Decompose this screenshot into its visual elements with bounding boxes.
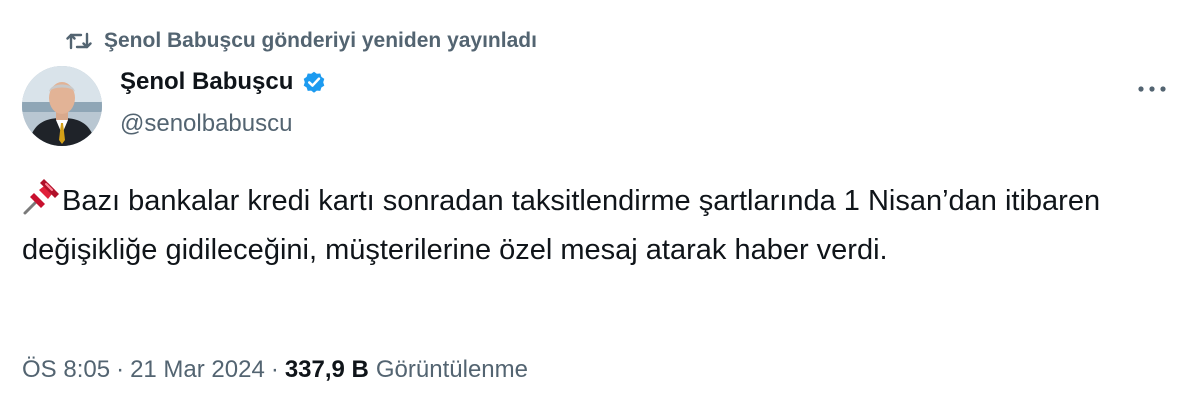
tweet-time[interactable]: ÖS 8:05	[22, 356, 110, 384]
views-count: 337,9 B	[284, 356, 369, 383]
more-options-button[interactable]	[1132, 72, 1172, 106]
retweet-icon	[66, 30, 92, 52]
views-label: Görüntülenme	[375, 356, 528, 383]
avatar[interactable]	[22, 66, 102, 146]
tweet-meta: ÖS 8:05 · 21 Mar 2024 · 337,9 B Görüntül…	[22, 356, 528, 384]
author-handle[interactable]: @senolbabuscu	[120, 110, 292, 138]
retweet-text[interactable]: Şenol Babuşcu gönderiyi yeniden yayınlad…	[104, 29, 537, 53]
pushpin-icon	[22, 176, 62, 216]
retweet-header[interactable]: Şenol Babuşcu gönderiyi yeniden yayınlad…	[66, 26, 537, 56]
tweet-date[interactable]: 21 Mar 2024	[130, 356, 265, 384]
author-name[interactable]: Şenol Babuşcu	[120, 68, 293, 96]
meta-separator: ·	[270, 356, 279, 383]
verified-badge-icon[interactable]	[301, 69, 327, 95]
author-name-row[interactable]: Şenol Babuşcu	[120, 68, 327, 96]
more-options-icon	[1137, 85, 1167, 93]
tweet-text: Bazı bankalar kredi kartı sonradan taksi…	[22, 185, 1101, 266]
meta-separator: ·	[116, 356, 125, 383]
tweet-body: Bazı bankalar kredi kartı sonradan taksi…	[22, 176, 1172, 275]
